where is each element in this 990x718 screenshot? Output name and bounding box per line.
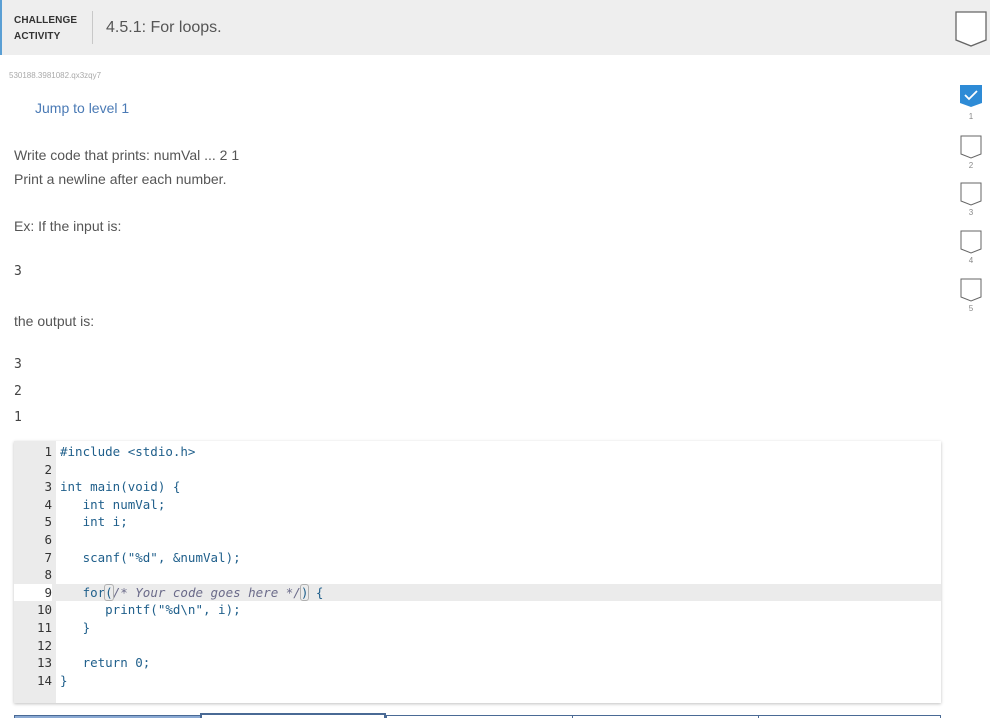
code-text[interactable]: } <box>60 672 68 690</box>
code-line[interactable]: 5 int i; <box>14 513 941 531</box>
code-line[interactable]: 7 scanf("%d", &numVal); <box>14 549 941 567</box>
level-incomplete-icon <box>960 135 982 159</box>
example-intro: Ex: If the input is: <box>14 218 122 234</box>
bottom-tab-strip <box>14 713 941 718</box>
code-keyword: for <box>82 584 106 600</box>
line-number: 3 <box>44 479 52 495</box>
code-text[interactable]: } <box>60 619 91 637</box>
completion-badge-icon <box>955 11 987 52</box>
code-text[interactable]: for(/* Your code goes here */) { <box>60 583 324 602</box>
code-text[interactable]: int main(void) { <box>60 478 180 496</box>
code-text[interactable]: scanf("%d", &numVal); <box>60 549 241 567</box>
prompt-line-1: Write code that prints: numVal ... 2 1 <box>14 147 240 163</box>
code-area[interactable]: 1 #include <stdio.h> 2 3 int main(void) {4 i… <box>14 443 941 689</box>
code-text[interactable]: #include <stdio.h> <box>60 443 195 461</box>
code-line[interactable]: 12 <box>14 637 941 655</box>
level-incomplete-icon <box>960 278 982 302</box>
jump-to-level-link[interactable]: Jump to level 1 <box>35 100 129 116</box>
level-number: 2 <box>968 161 974 170</box>
activity-id: 530188.3981082.qx3zqy7 <box>9 71 102 80</box>
example-output-line: 1 <box>14 410 22 425</box>
level-3-button[interactable]: 3 <box>958 182 984 222</box>
example-output-line: 2 <box>14 384 22 399</box>
code-line[interactable]: 13 return 0; <box>14 654 941 672</box>
level-number: 1 <box>968 112 974 121</box>
prompt-line-2: Print a newline after each number. <box>14 171 227 187</box>
activity-type-label: CHALLENGE ACTIVITY <box>14 13 77 45</box>
line-number: 10 <box>36 602 52 618</box>
level-5-button[interactable]: 5 <box>958 278 984 318</box>
code-comment: /* Your code goes here */ <box>112 584 301 600</box>
line-number: 6 <box>44 531 52 547</box>
code-line[interactable]: 11 } <box>14 619 941 637</box>
level-complete-check-icon <box>960 85 982 107</box>
activity-type-line1: CHALLENGE <box>14 15 78 26</box>
code-line[interactable]: 14} <box>14 672 941 690</box>
code-line[interactable]: 2 <box>14 461 941 479</box>
header-divider <box>92 11 93 44</box>
level-incomplete-icon <box>960 182 982 206</box>
line-number: 13 <box>36 655 52 671</box>
line-number: 9 <box>14 583 52 602</box>
example-output-line: 3 <box>14 357 22 372</box>
code-line[interactable]: 8 <box>14 566 941 584</box>
bottom-tab[interactable] <box>200 713 386 718</box>
activity-header: CHALLENGE ACTIVITY 4.5.1: For loops. <box>0 0 990 55</box>
code-editor[interactable]: 1 #include <stdio.h> 2 3 int main(void) {4 i… <box>14 441 941 703</box>
level-2-button[interactable]: 2 <box>958 135 984 175</box>
level-incomplete-icon <box>960 230 982 254</box>
line-number: 14 <box>36 672 52 688</box>
line-number: 11 <box>36 619 52 635</box>
level-number: 4 <box>968 256 974 265</box>
code-text[interactable]: return 0; <box>60 654 151 672</box>
code-token: { <box>308 584 324 600</box>
code-line[interactable]: 6 <box>14 531 941 549</box>
code-text[interactable]: int i; <box>60 513 128 531</box>
code-text[interactable]: printf("%d\n", i); <box>60 601 240 619</box>
line-number: 8 <box>44 567 52 583</box>
code-line[interactable]: 4 int numVal; <box>14 496 941 514</box>
line-number: 1 <box>44 444 52 459</box>
code-line[interactable]: 1 #include <stdio.h> <box>14 443 941 461</box>
level-1-button[interactable]: 1 <box>958 85 984 125</box>
example-input: 3 <box>14 264 22 279</box>
code-line[interactable]: 3 int main(void) { <box>14 478 941 496</box>
level-number: 5 <box>968 304 974 313</box>
output-intro: the output is: <box>14 313 95 329</box>
line-number: 4 <box>44 496 52 512</box>
line-number: 7 <box>44 549 52 565</box>
level-number: 3 <box>968 208 974 217</box>
code-text[interactable]: int numVal; <box>60 496 166 514</box>
code-line[interactable]: 10 printf("%d\n", i); <box>14 601 941 619</box>
matched-bracket: ( <box>104 583 114 601</box>
line-number: 2 <box>44 461 52 477</box>
activity-type-line2: ACTIVITY <box>14 31 61 42</box>
level-4-button[interactable]: 4 <box>958 230 984 270</box>
line-number: 5 <box>44 514 52 530</box>
line-number: 12 <box>36 637 52 653</box>
activity-title: 4.5.1: For loops. <box>106 19 222 36</box>
code-line[interactable]: 9 for(/* Your code goes here */) { <box>14 583 941 602</box>
